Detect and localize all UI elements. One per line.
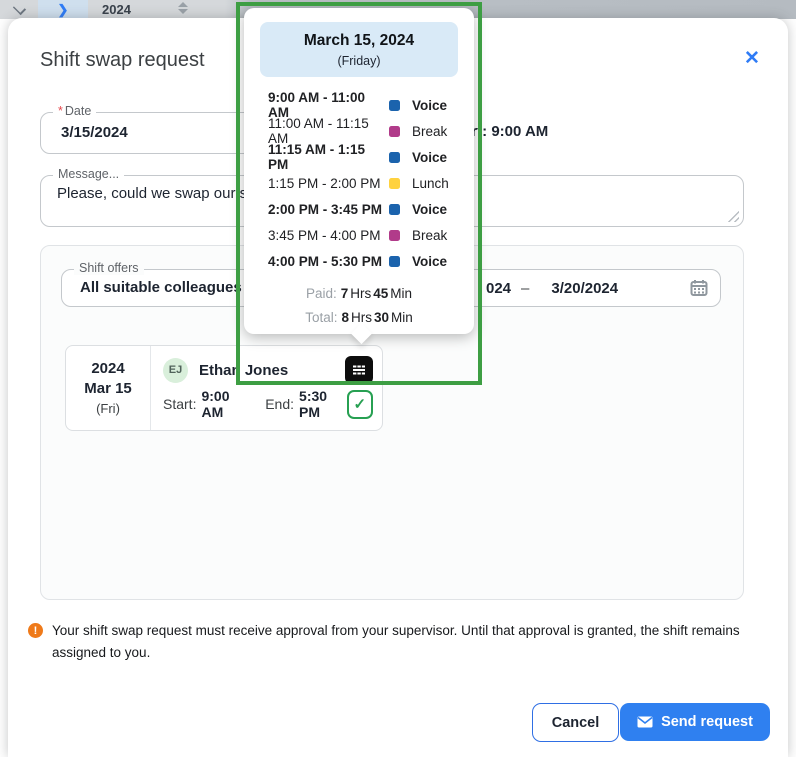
approval-warning: ! Your shift swap request must receive a… xyxy=(28,620,746,664)
date-field-label: *Date xyxy=(53,104,96,118)
end-value: 5:30 PM xyxy=(299,388,347,420)
activity-color-swatch xyxy=(389,230,400,241)
activity-color-swatch xyxy=(389,204,400,215)
schedule-row: 4:00 PM - 5:30 PM Voice xyxy=(268,248,474,274)
schedule-row: 11:00 AM - 11:15 AMBreak xyxy=(268,118,474,144)
schedule-time: 3:45 PM - 4:00 PM xyxy=(268,228,389,243)
date-field-value: 3/15/2024 xyxy=(41,113,253,153)
activity-color-swatch xyxy=(389,100,400,111)
schedule-row: 9:00 AM - 11:00 AMVoice xyxy=(268,92,474,118)
send-request-button[interactable]: Send request xyxy=(620,703,770,741)
schedule-rows: 9:00 AM - 11:00 AMVoice 11:00 AM - 11:15… xyxy=(244,89,474,274)
range-start-value: 024 xyxy=(486,280,511,297)
avatar: EJ xyxy=(163,358,188,383)
schedule-popup: March 15, 2024 (Friday) 9:00 AM - 11:00 … xyxy=(244,8,474,334)
schedule-time: 1:15 PM - 2:00 PM xyxy=(268,176,389,191)
activity-label: Voice xyxy=(412,150,447,165)
year-spinner[interactable] xyxy=(178,2,188,14)
start-value: 9:00 AM xyxy=(201,388,249,420)
range-separator: – xyxy=(521,280,529,297)
view-schedule-button[interactable] xyxy=(345,356,373,384)
schedule-time: 11:15 AM - 1:15 PM xyxy=(268,142,389,172)
dialog-title: Shift swap request xyxy=(40,49,205,72)
popup-header: March 15, 2024 (Friday) xyxy=(260,22,458,77)
next-arrow-button[interactable]: ❯ xyxy=(38,0,88,19)
date-range-inner: 024 – 3/20/2024 xyxy=(442,279,720,297)
schedule-row: 11:15 AM - 1:15 PM Voice xyxy=(268,144,474,170)
date-range-field[interactable]: 024 – 3/20/2024 xyxy=(441,269,721,307)
date-field[interactable]: *Date 3/15/2024 xyxy=(40,112,254,154)
range-end-value: 3/20/2024 xyxy=(551,280,618,297)
email-icon xyxy=(637,716,653,728)
chevron-down-icon[interactable] xyxy=(13,2,26,15)
shift-card-row-bottom: Start: 9:00 AM End: 5:30 PM ✓ xyxy=(163,388,373,420)
shift-year: 2024 xyxy=(91,359,124,379)
popup-weekday: (Friday) xyxy=(260,54,458,68)
shift-card-row-top: EJ Ethan Jones xyxy=(163,356,373,384)
activity-color-swatch xyxy=(389,256,400,267)
check-icon: ✓ xyxy=(353,397,366,412)
shift-card-main: EJ Ethan Jones Start: 9:00 AM End: 5:30 … xyxy=(151,346,382,430)
shift-offer-card[interactable]: 2024 Mar 15 (Fri) EJ Ethan Jones Start: xyxy=(65,345,383,431)
selected-checkbox[interactable]: ✓ xyxy=(347,390,373,419)
colleague-name: Ethan Jones xyxy=(199,362,288,379)
warning-icon: ! xyxy=(28,623,43,638)
paid-total-summary: Paid:7Hrs45Min Total:8Hrs30Min xyxy=(244,282,474,330)
shift-date-cell: 2024 Mar 15 (Fri) xyxy=(66,346,151,430)
start-label: Start: xyxy=(163,396,196,412)
activity-label: Lunch xyxy=(412,176,449,191)
activity-color-swatch xyxy=(389,178,400,189)
schedule-row: 2:00 PM - 3:45 PM Voice xyxy=(268,196,474,222)
schedule-row: 1:15 PM - 2:00 PM Lunch xyxy=(268,170,474,196)
year-label: 2024 xyxy=(102,2,131,17)
message-field-label: Message... xyxy=(53,167,124,181)
shift-offers-label: Shift offers xyxy=(74,261,144,275)
spinner-down-icon[interactable] xyxy=(178,9,188,14)
end-label: End: xyxy=(265,396,294,412)
popup-date: March 15, 2024 xyxy=(260,32,458,50)
activity-color-swatch xyxy=(389,126,400,137)
schedule-time: 2:00 PM - 3:45 PM xyxy=(268,202,389,217)
activity-label: Break xyxy=(412,228,447,243)
resize-handle-icon[interactable] xyxy=(726,209,739,222)
activity-label: Voice xyxy=(412,98,447,113)
calendar-icon[interactable] xyxy=(690,279,708,297)
warning-text: Your shift swap request must receive app… xyxy=(52,620,746,664)
send-request-label: Send request xyxy=(661,714,753,730)
screen: ❯ 2024 Shift swap request ✕ *Date 3/15/2… xyxy=(0,0,796,757)
activity-label: Voice xyxy=(412,202,447,217)
required-asterisk: * xyxy=(58,104,63,118)
paid-line: Paid:7Hrs45Min xyxy=(244,282,474,306)
shift-date: Mar 15 xyxy=(84,379,132,399)
close-icon[interactable]: ✕ xyxy=(744,47,760,70)
next-arrow-icon: ❯ xyxy=(58,3,69,16)
spinner-up-icon[interactable] xyxy=(178,2,188,7)
shift-weekday: (Fri) xyxy=(96,399,120,418)
schedule-row: 3:45 PM - 4:00 PM Break xyxy=(268,222,474,248)
activity-label: Break xyxy=(412,124,447,139)
activity-label: Voice xyxy=(412,254,447,269)
cancel-button[interactable]: Cancel xyxy=(532,703,619,742)
activity-color-swatch xyxy=(389,152,400,163)
schedule-time: 4:00 PM - 5:30 PM xyxy=(268,254,389,269)
agenda-icon xyxy=(352,363,366,377)
